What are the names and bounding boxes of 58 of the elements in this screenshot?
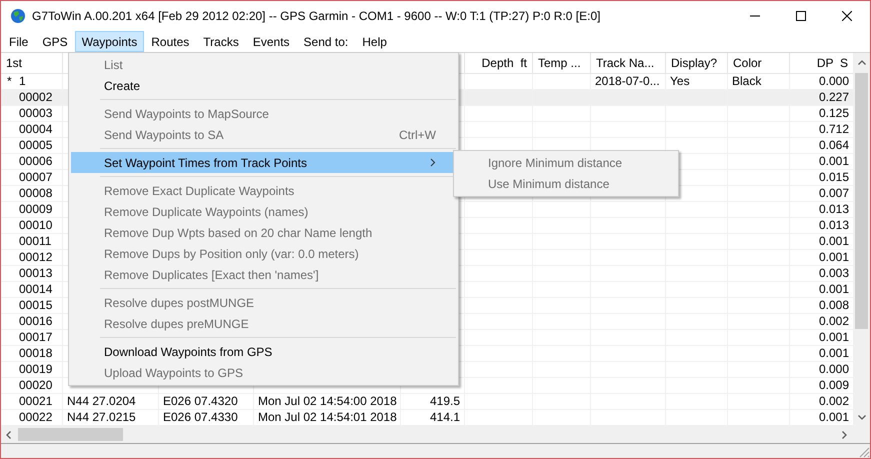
- table-cell: 0.001: [818, 250, 849, 265]
- table-cell: N44 27.0215: [67, 410, 136, 425]
- row-name: 00020: [19, 378, 52, 393]
- table-cell: E026 07.4320: [163, 394, 238, 409]
- table-cell: 0.001: [818, 234, 849, 249]
- row-name: 1: [19, 74, 26, 89]
- row-name: 00007: [19, 170, 52, 185]
- table-cell: 0.712: [818, 122, 849, 137]
- table-cell: 0.001: [818, 330, 849, 345]
- row-name: 00004: [19, 122, 52, 137]
- row-name: 00017: [19, 330, 52, 345]
- table-cell: 0.013: [818, 202, 849, 217]
- table-cell: 0.002: [818, 314, 849, 329]
- table-cell: 0.001: [818, 410, 849, 425]
- table-cell: 0.000: [818, 74, 849, 89]
- table-cell: 0.009: [818, 378, 849, 393]
- row-name: 00011: [19, 234, 52, 249]
- row-name: 00019: [19, 362, 52, 377]
- row-name: 00022: [19, 410, 52, 425]
- table-cell: 0.001: [818, 154, 849, 169]
- table-cell: N44 27.0204: [67, 394, 136, 409]
- row-name: 00006: [19, 154, 52, 169]
- row-name: 00016: [19, 314, 52, 329]
- table-cell: 0.015: [818, 170, 849, 185]
- row-name: 00021: [19, 394, 52, 409]
- table-cell: Mon Jul 02 14:54:00 2018: [258, 394, 397, 409]
- row-name: 00010: [19, 218, 52, 233]
- table-cell: 0.001: [818, 346, 849, 361]
- table-cell: 0.125: [818, 106, 849, 121]
- row-name: 00003: [19, 106, 52, 121]
- table-cell: E026 07.4330: [163, 410, 238, 425]
- table-cell: 414.1: [430, 410, 460, 425]
- table-cell: Black: [732, 74, 762, 89]
- table-cell: 0.000: [818, 362, 849, 377]
- row-name: 00013: [19, 266, 52, 281]
- row-name: 00018: [19, 346, 52, 361]
- row-name: 00012: [19, 250, 52, 265]
- row-marker: *: [7, 74, 13, 89]
- table-cell: 0.001: [818, 282, 849, 297]
- table-cell: 0.008: [818, 298, 849, 313]
- table-cell: 0.064: [818, 138, 849, 153]
- row-name: 00002: [19, 90, 52, 105]
- row-name: 00014: [19, 282, 52, 297]
- table-cell: 2018-07-0...: [595, 74, 660, 89]
- table-cell: 0.002: [818, 394, 849, 409]
- row-name: 00009: [19, 202, 52, 217]
- table-cell: Mon Jul 02 14:54:01 2018: [258, 410, 397, 425]
- window-title: G7ToWin A.00.201 x64 [Feb 29 2012 02:20] -- GPS Garmin - COM1 - 9600 -- W:0 T:1 (TP:27) P:0 R:0 [E:0]: [32, 9, 600, 23]
- table-cell: 0.013: [818, 218, 849, 233]
- table-cell: 0.003: [818, 266, 849, 281]
- row-name: 00008: [19, 186, 52, 201]
- table-cell: 419.5: [430, 394, 460, 409]
- keyboard-shortcut: Ctrl+W: [399, 128, 436, 142]
- table-cell: Yes: [670, 74, 690, 89]
- table-cell: 0.007: [818, 186, 849, 201]
- table-cell: 0.227: [818, 90, 849, 105]
- row-name: 00005: [19, 138, 52, 153]
- row-name: 00015: [19, 298, 52, 313]
